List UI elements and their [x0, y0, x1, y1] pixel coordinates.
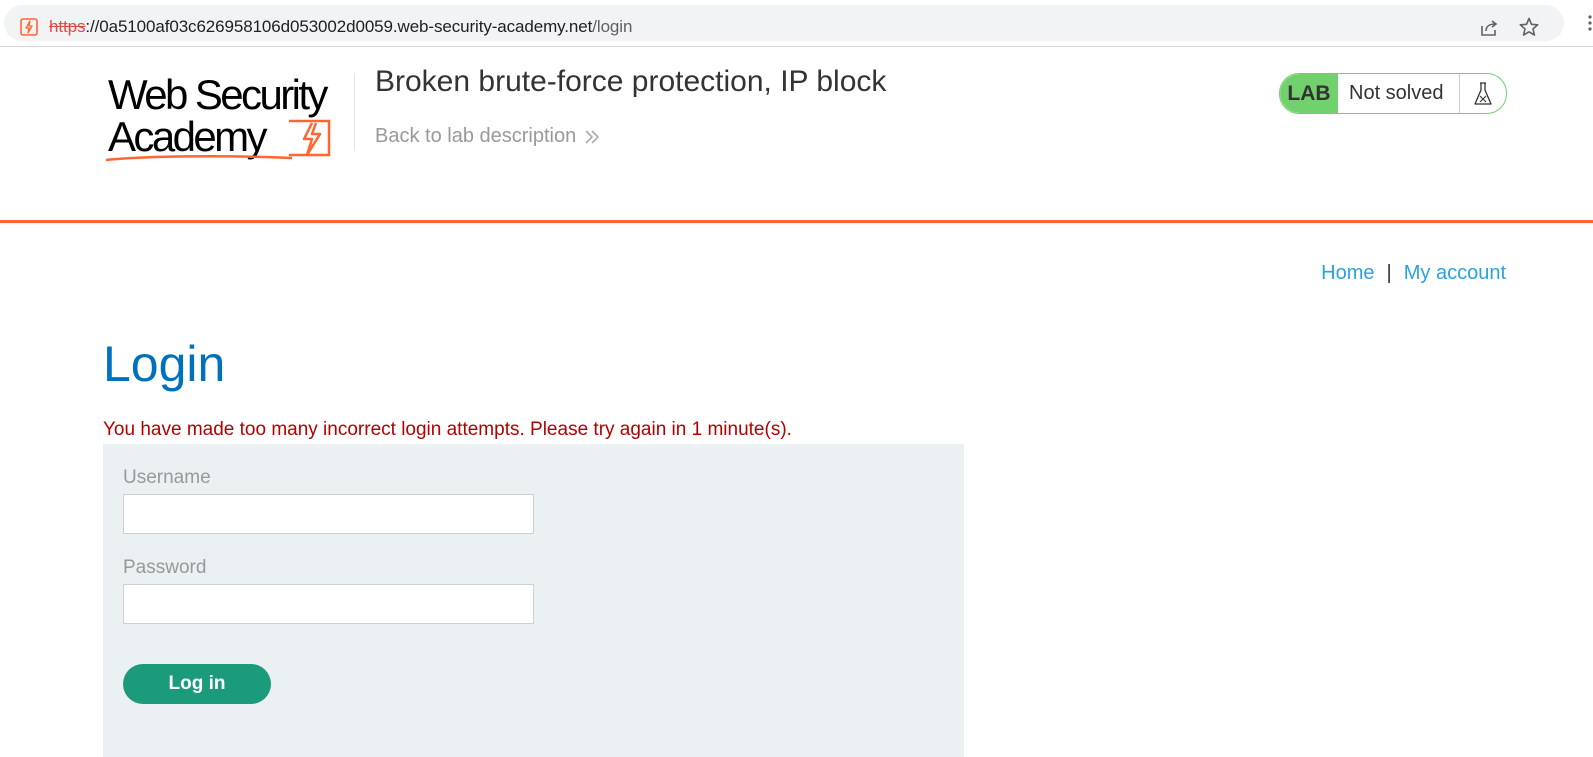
login-error-message: You have made too many incorrect login a…: [103, 419, 792, 440]
omnibox[interactable]: https://0a5100af03c626958106d053002d0059…: [4, 5, 1564, 41]
log-in-button[interactable]: Log in: [123, 664, 271, 704]
back-link-label: Back to lab description: [375, 125, 577, 147]
back-to-lab-description-link[interactable]: Back to lab description: [375, 125, 600, 148]
username-label: Username: [123, 467, 211, 488]
header-divider: [354, 73, 355, 151]
lab-status-widget: LAB Not solved: [1279, 73, 1507, 114]
url-text[interactable]: https://0a5100af03c626958106d053002d0059…: [49, 17, 632, 37]
header-separator: [0, 220, 1593, 223]
browser-menu-icon[interactable]: [1586, 14, 1593, 32]
home-link[interactable]: Home: [1321, 262, 1374, 284]
top-nav: Home | My account: [1321, 262, 1506, 285]
username-input[interactable]: [123, 494, 534, 534]
page-title: Login: [103, 336, 226, 392]
lab-status-text: Not solved: [1338, 74, 1460, 113]
lightning-bolt-icon: [20, 18, 38, 36]
nav-separator: |: [1386, 262, 1392, 284]
lab-tag: LAB: [1280, 74, 1338, 113]
password-label: Password: [123, 557, 207, 578]
login-form: Username Password Log in: [103, 444, 964, 757]
my-account-link[interactable]: My account: [1404, 262, 1506, 284]
double-chevron-right-icon: [585, 129, 600, 144]
logo-text-line1: Web Security: [108, 71, 328, 118]
url-scheme: https: [49, 17, 86, 36]
url-path: /login: [592, 17, 633, 36]
password-input[interactable]: [123, 584, 534, 624]
lab-title: Broken brute-force protection, IP block: [375, 65, 887, 98]
star-icon[interactable]: [1518, 16, 1540, 38]
browser-address-bar: https://0a5100af03c626958106d053002d0059…: [0, 0, 1593, 47]
flask-icon: [1460, 74, 1505, 113]
url-host: ://0a5100af03c626958106d053002d0059.web-…: [85, 17, 593, 36]
logo-underline: [105, 155, 293, 162]
share-icon[interactable]: [1478, 17, 1500, 39]
academy-logo[interactable]: Web Security Academy: [104, 72, 354, 164]
